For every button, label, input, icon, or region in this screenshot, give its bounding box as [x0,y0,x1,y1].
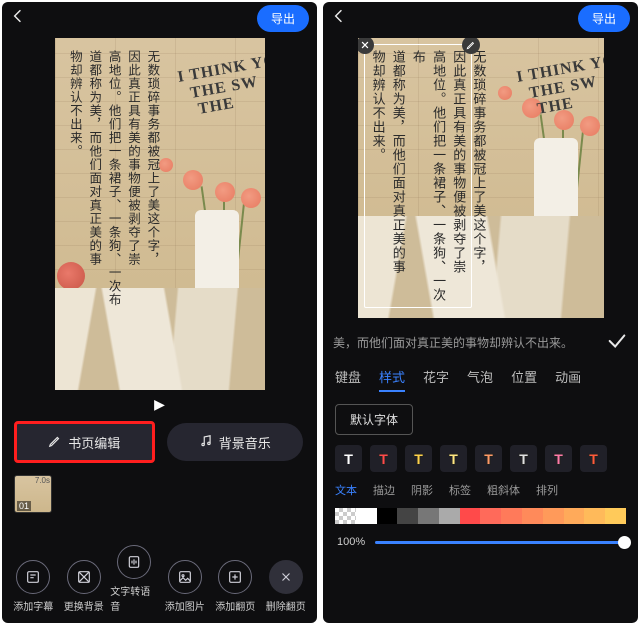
close-icon[interactable] [358,38,374,54]
tool-label: 添加图片 [165,598,205,613]
text-style-preset[interactable]: T [335,445,362,472]
vase-graphic [195,210,239,300]
thumb-number: 01 [17,501,31,511]
canvas-preview[interactable]: I THINK YO THE SW THE 无数琐碎事务都被冠上了美这个字， 因… [358,38,604,318]
subtab-text[interactable]: 文本 [335,482,357,498]
color-swatch[interactable] [335,508,356,524]
music-icon [199,434,213,451]
tab-anim[interactable]: 动画 [555,367,581,392]
confirm-icon[interactable] [606,330,628,355]
style-tabs: 键盘 样式 花字 气泡 位置 动画 [323,361,638,394]
color-palette [323,504,638,526]
tool-label: 文字转语音 [110,583,158,613]
color-swatch[interactable] [522,508,543,524]
color-swatch[interactable] [356,508,377,524]
tool-add-image[interactable]: 添加图片 [161,560,209,613]
opacity-value: 100% [337,536,365,548]
text-style-preset[interactable]: T [370,445,397,472]
tool-label: 添加字幕 [13,598,53,613]
topbar: 导出 [2,2,317,34]
topbar: 导出 [323,2,638,34]
tool-label: 删除翻页 [266,598,306,613]
tool-change-bg[interactable]: 更换背景 [60,560,108,613]
color-swatch[interactable] [543,508,564,524]
back-icon[interactable] [331,8,347,29]
subtab-stroke[interactable]: 描边 [373,482,395,498]
export-button[interactable]: 导出 [578,5,630,32]
phone-left: 导出 I THINK YO THE SW THE 无数琐碎事务都被冠上了美这个字… [2,2,317,623]
tool-label: 更换背景 [64,598,104,613]
tool-label: 添加翻页 [215,598,255,613]
text-style-preset[interactable]: T [405,445,432,472]
color-swatch[interactable] [418,508,439,524]
subtab-shadow[interactable]: 阴影 [411,482,433,498]
tool-delete-page[interactable]: 删除翻页 [262,560,310,613]
poem-text: 无数琐碎事务都被冠上了美这个字， 因此真正具有美的事物便被剥夺了崇 高地位。他们… [65,50,162,307]
tool-add-subtitle[interactable]: 添加字幕 [9,560,57,613]
tab-bubble[interactable]: 气泡 [467,367,493,392]
text-style-preset[interactable]: T [440,445,467,472]
text-style-preset[interactable]: T [475,445,502,472]
opacity-slider[interactable] [375,541,624,544]
color-swatch[interactable] [480,508,501,524]
font-default-chip[interactable]: 默认字体 [335,404,413,435]
page-edit-button[interactable]: 书页编辑 [16,423,153,461]
page-thumbnail[interactable]: 7.0s 01 [14,475,52,513]
color-swatch[interactable] [460,508,481,524]
tab-style[interactable]: 样式 [379,367,405,392]
bottom-toolbar: 添加字幕 更换背景 文字转语音 添加图片 添加翻页 删除翻页 [2,539,317,623]
color-swatch[interactable] [501,508,522,524]
text-style-preset[interactable]: T [545,445,572,472]
text-sub-tabs: 文本 描边 阴影 标签 粗斜体 排列 [323,480,638,504]
text-style-preset[interactable]: T [580,445,607,472]
subtab-bold-italic[interactable]: 粗斜体 [487,482,520,498]
tool-add-page[interactable]: 添加翻页 [211,560,259,613]
color-swatch[interactable] [439,508,460,524]
text-selection-box[interactable] [364,44,472,308]
color-swatch[interactable] [584,508,605,524]
text-style-presets: TTTTTTTT [323,441,638,480]
phone-right: 导出 I THINK YO THE SW THE 无数琐碎事务都被冠上了美这个字… [323,2,638,623]
bg-music-label: 背景音乐 [219,433,271,452]
color-swatch[interactable] [377,508,398,524]
text-input-value[interactable]: 美，而他们面对真正美的事物却辨认不出来。 [333,334,596,352]
text-input-preview: 美，而他们面对真正美的事物却辨认不出来。 [323,324,638,361]
play-icon[interactable]: ▶ [2,396,317,413]
back-icon[interactable] [10,8,26,29]
thumbnail-strip: 7.0s 01 [2,471,317,517]
canvas-preview[interactable]: I THINK YO THE SW THE 无数琐碎事务都被冠上了美这个字， 因… [55,38,265,390]
bg-music-button[interactable]: 背景音乐 [167,423,304,461]
subtab-label[interactable]: 标签 [449,482,471,498]
color-swatch[interactable] [605,508,626,524]
pencil-icon [48,434,62,451]
subtab-arrange[interactable]: 排列 [536,482,558,498]
tool-tts[interactable]: 文字转语音 [110,545,158,613]
color-swatch[interactable] [397,508,418,524]
edit-icon[interactable] [462,38,480,54]
tab-fancy[interactable]: 花字 [423,367,449,392]
text-style-preset[interactable]: T [510,445,537,472]
export-button[interactable]: 导出 [257,5,309,32]
vase-graphic [534,138,578,228]
color-swatch[interactable] [564,508,585,524]
page-edit-label: 书页编辑 [68,433,120,452]
tab-position[interactable]: 位置 [511,367,537,392]
tab-keyboard[interactable]: 键盘 [335,367,361,392]
thumb-duration: 7.0s [35,476,50,485]
